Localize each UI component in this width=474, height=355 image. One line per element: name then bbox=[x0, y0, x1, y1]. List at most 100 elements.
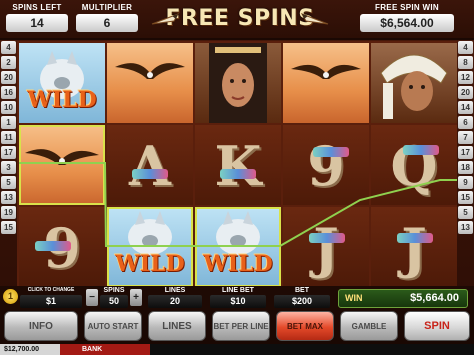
bet-control: BET $200 bbox=[274, 286, 330, 308]
wild-symbol: WILD bbox=[195, 207, 281, 287]
wild-symbol: WILD bbox=[107, 207, 193, 287]
coin-value-control[interactable]: CLICK TO CHANGE $1 bbox=[20, 286, 82, 308]
spins-decrease-button[interactable]: − bbox=[86, 289, 98, 306]
spins-increase-button[interactable]: + bbox=[130, 289, 142, 306]
line-marker[interactable]: 16 bbox=[1, 86, 16, 99]
feather-icon bbox=[300, 13, 329, 25]
free-spins-title: FREE SPINS bbox=[150, 2, 330, 36]
eagle-icon bbox=[115, 63, 185, 79]
line-marker[interactable]: 8 bbox=[458, 56, 473, 69]
title-text: FREE SPINS bbox=[165, 6, 315, 31]
card-symbol: J bbox=[283, 207, 369, 287]
line-marker[interactable]: 17 bbox=[458, 146, 473, 159]
coin-change-label: CLICK TO CHANGE bbox=[27, 287, 75, 293]
line-markers-right: 4 8 12 20 14 6 7 17 18 9 15 5 13 bbox=[457, 41, 474, 286]
coin-value: $1 bbox=[20, 295, 82, 308]
woman-portrait-icon bbox=[209, 43, 267, 123]
line-marker[interactable]: 17 bbox=[1, 146, 16, 159]
lines-value: 20 bbox=[148, 295, 202, 308]
line-marker[interactable]: 15 bbox=[1, 221, 16, 234]
card-symbol: 9 bbox=[19, 207, 105, 287]
line-marker[interactable]: 19 bbox=[1, 206, 16, 219]
multiplier-label: MULTIPLIER bbox=[81, 3, 133, 12]
line-marker[interactable]: 5 bbox=[458, 206, 473, 219]
line-marker[interactable]: 20 bbox=[458, 86, 473, 99]
line-marker[interactable]: 18 bbox=[458, 161, 473, 174]
spins-value: 50 bbox=[100, 295, 128, 308]
line-marker[interactable]: 9 bbox=[458, 176, 473, 189]
line-marker[interactable]: 2 bbox=[1, 56, 16, 69]
card-letter: Q bbox=[390, 134, 438, 198]
chief-symbol bbox=[371, 43, 457, 123]
line-marker[interactable]: 4 bbox=[458, 41, 473, 54]
line-marker[interactable]: 3 bbox=[1, 161, 16, 174]
button-row: INFO AUTO START LINES BET PER LINE BET M… bbox=[0, 310, 474, 344]
lines-button[interactable]: LINES bbox=[148, 311, 206, 341]
free-spin-win-panel: FREE SPIN WIN $6,564.00 bbox=[360, 3, 454, 32]
woman-symbol bbox=[195, 43, 281, 123]
card-letter: J bbox=[401, 216, 427, 280]
card-symbol: J bbox=[371, 207, 457, 287]
multiplier-value: 6 bbox=[76, 14, 138, 32]
line-marker[interactable]: 12 bbox=[458, 71, 473, 84]
line-marker[interactable]: 13 bbox=[458, 221, 473, 234]
line-bet-value: $10 bbox=[210, 295, 266, 308]
feather-icon bbox=[151, 13, 180, 25]
info-button[interactable]: INFO bbox=[4, 311, 78, 341]
win-display: WIN $5,664.00 bbox=[338, 289, 468, 308]
gamble-button[interactable]: GAMBLE bbox=[340, 311, 398, 341]
line-markers-left: 4 2 20 16 10 1 11 17 3 5 13 19 15 bbox=[0, 41, 17, 286]
spin-button[interactable]: SPIN bbox=[404, 311, 470, 341]
card-symbol: K bbox=[195, 125, 281, 205]
status-bar: $12,700.00 BANK bbox=[0, 344, 474, 355]
spins-control: SPINS 50 bbox=[100, 286, 128, 308]
feather-band-icon bbox=[309, 233, 345, 243]
spins-label: SPINS bbox=[103, 287, 125, 294]
auto-start-button[interactable]: AUTO START bbox=[84, 311, 142, 341]
win-label: WIN bbox=[345, 293, 363, 303]
bank-button[interactable]: BANK bbox=[60, 344, 150, 355]
line-marker[interactable]: 15 bbox=[458, 191, 473, 204]
wild-label: WILD bbox=[27, 87, 97, 113]
line-marker[interactable]: 5 bbox=[1, 176, 16, 189]
feather-band-icon bbox=[313, 147, 349, 157]
feather-band-icon bbox=[220, 169, 256, 179]
multiplier-panel: MULTIPLIER 6 bbox=[76, 3, 138, 32]
line-marker[interactable]: 10 bbox=[1, 101, 16, 114]
bet-per-line-button[interactable]: BET PER LINE bbox=[212, 311, 270, 341]
line-marker[interactable]: 7 bbox=[458, 131, 473, 144]
eagle-icon bbox=[25, 149, 99, 165]
line-marker[interactable]: 4 bbox=[1, 41, 16, 54]
lines-label: LINES bbox=[164, 287, 186, 294]
eagle-symbol bbox=[283, 43, 369, 123]
wild-label: WILD bbox=[115, 251, 185, 277]
line-marker[interactable]: 14 bbox=[458, 101, 473, 114]
line-marker[interactable]: 11 bbox=[1, 131, 16, 144]
coin-icon[interactable]: 1 bbox=[3, 289, 18, 304]
wild-symbol: WILD bbox=[19, 43, 105, 123]
eagle-symbol bbox=[107, 43, 193, 123]
chief-portrait-icon bbox=[380, 54, 448, 119]
wild-label: WILD bbox=[203, 251, 273, 277]
eagle-icon bbox=[291, 64, 361, 79]
feather-band-icon bbox=[132, 169, 168, 179]
card-letter: A bbox=[129, 134, 171, 198]
header-bar: SPINS LEFT 14 MULTIPLIER 6 FREE SPINS FR… bbox=[0, 0, 474, 40]
line-marker[interactable]: 20 bbox=[1, 71, 16, 84]
feather-band-icon bbox=[397, 233, 433, 243]
feather-band-icon bbox=[403, 145, 439, 155]
feather-band-icon bbox=[35, 241, 71, 251]
card-letter: 9 bbox=[307, 134, 345, 198]
free-spin-win-label: FREE SPIN WIN bbox=[375, 3, 439, 12]
line-marker[interactable]: 6 bbox=[458, 116, 473, 129]
free-spin-win-value: $6,564.00 bbox=[360, 14, 454, 32]
bet-max-button[interactable]: BET MAX bbox=[276, 311, 334, 341]
line-bet-control: LINE BET $10 bbox=[210, 286, 266, 308]
line-marker[interactable]: 1 bbox=[1, 116, 16, 129]
line-bet-label: LINE BET bbox=[222, 287, 254, 294]
slot-game: SPINS LEFT 14 MULTIPLIER 6 FREE SPINS FR… bbox=[0, 0, 474, 355]
spins-left-value: 14 bbox=[6, 14, 68, 32]
bet-label: BET bbox=[295, 287, 309, 294]
balance-value: $12,700.00 bbox=[0, 344, 60, 355]
line-marker[interactable]: 13 bbox=[1, 191, 16, 204]
